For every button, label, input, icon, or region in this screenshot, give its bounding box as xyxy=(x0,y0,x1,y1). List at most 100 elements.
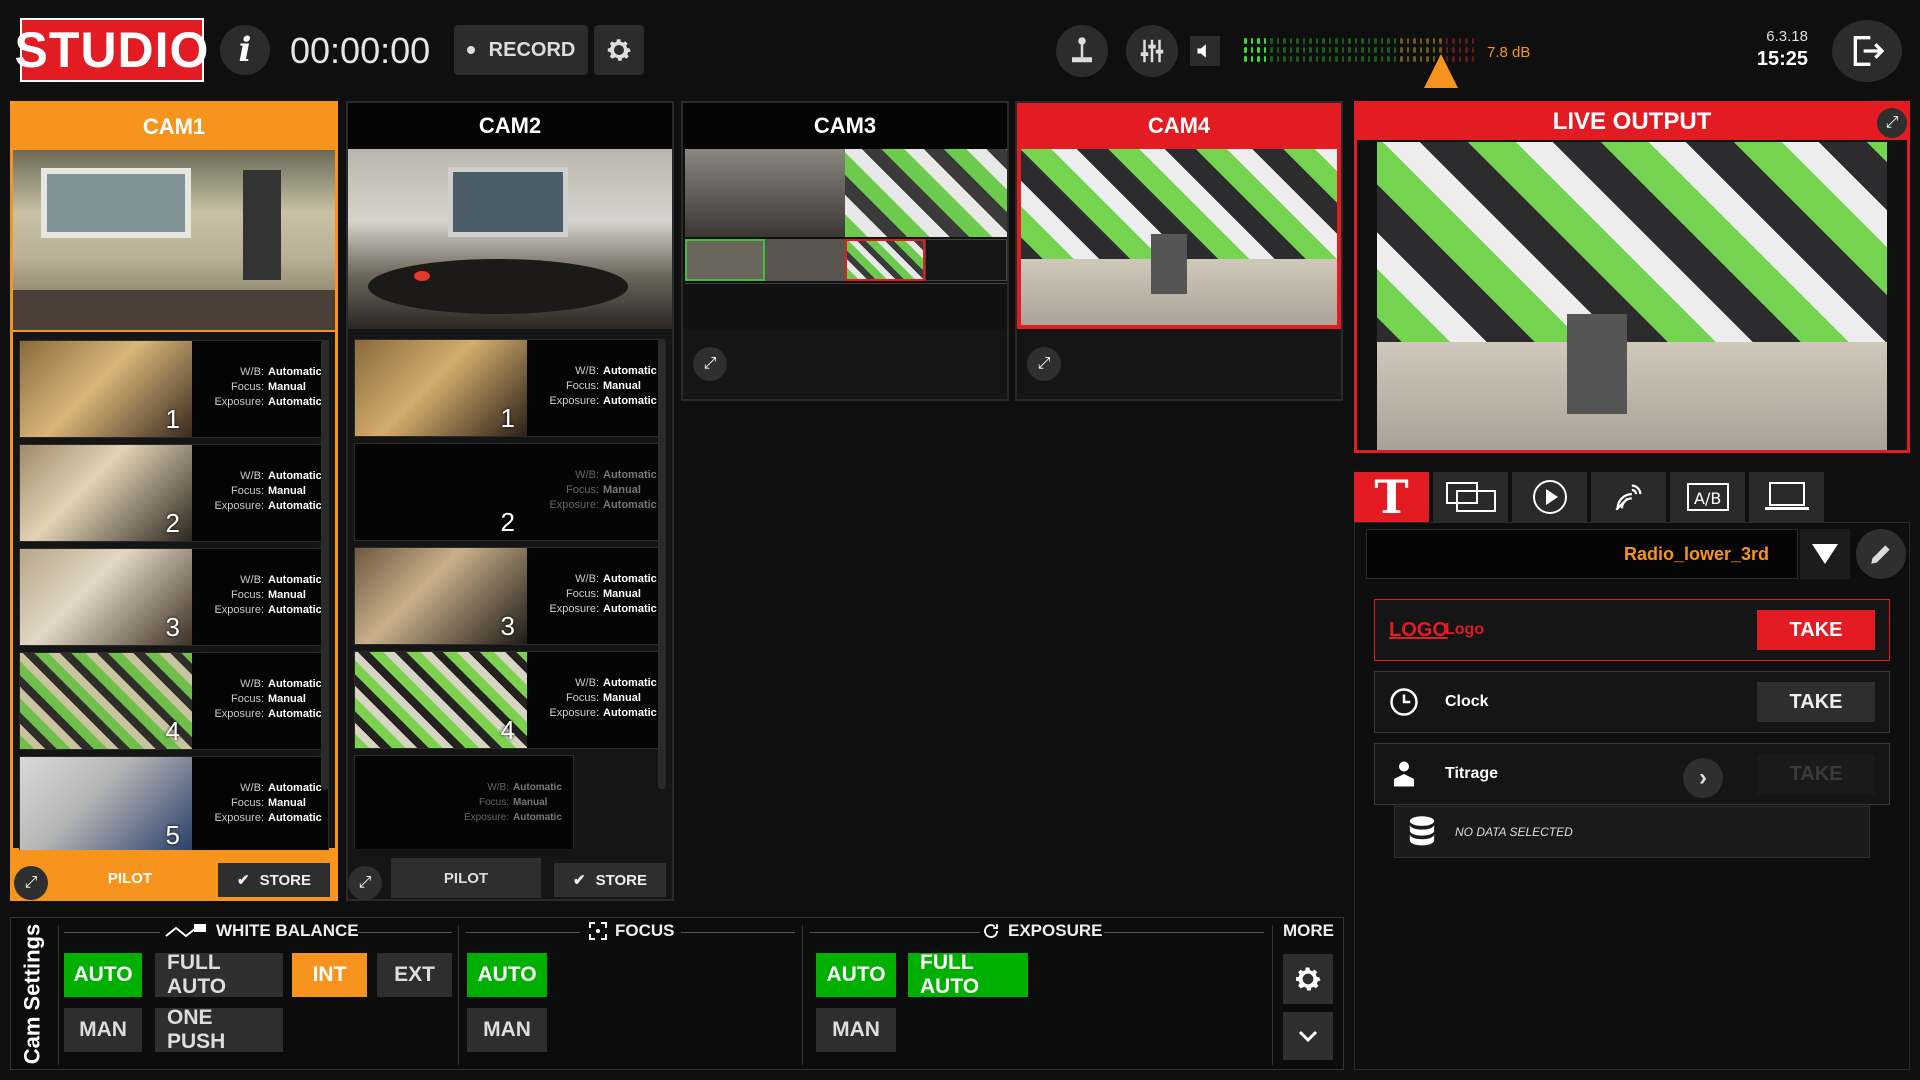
more-settings-button[interactable] xyxy=(1283,954,1333,1004)
tab-satellite[interactable] xyxy=(1591,472,1666,522)
cam3-expand-button[interactable]: ⤢ xyxy=(693,347,727,381)
cam2-scrollbar[interactable] xyxy=(658,339,666,789)
graphic-item-label: Clock xyxy=(1445,693,1489,710)
clock-take-button[interactable]: TAKE xyxy=(1757,682,1875,722)
focus-title: FOCUS xyxy=(589,921,675,941)
preset-number: 2 xyxy=(165,508,180,538)
focus-man-button[interactable]: MAN xyxy=(467,1008,547,1052)
mute-button[interactable] xyxy=(1190,36,1220,66)
cam1-panel[interactable]: CAM1 1 W/B: Automatic Focus: Manual Exposure:… xyxy=(10,101,338,901)
vu-column xyxy=(1335,38,1338,66)
preset-thumbnail: 2 xyxy=(20,445,192,541)
cam1-store-button[interactable]: ✔ STORE xyxy=(218,863,330,897)
preset-item[interactable]: 5W/B:AutomaticFocus:ManualExposure:Autom… xyxy=(19,756,329,850)
chevron-down-icon xyxy=(1298,1030,1318,1043)
wb-auto-button[interactable]: AUTO xyxy=(64,953,142,997)
preset-item[interactable]: 2 W/B: Automatic Focus: Manual Exposure: Autom… xyxy=(354,443,664,541)
mixer-button[interactable] xyxy=(1126,25,1178,77)
exposure-man-button[interactable]: MAN xyxy=(816,1008,896,1052)
preset-item[interactable]: 3 W/B: Automatic Focus: Manual Exposure: Autom… xyxy=(354,547,664,645)
cam4-panel[interactable]: CAM4 ⤢ xyxy=(1015,101,1343,401)
preset-number: 5 xyxy=(165,820,180,850)
preset-item[interactable]: 3 W/B: Automatic Focus: Manual Exposure: Autom… xyxy=(19,548,329,646)
joystick-button[interactable] xyxy=(1056,25,1108,77)
template-edit-button[interactable] xyxy=(1856,529,1906,579)
graphic-item-clock[interactable]: Clock TAKE xyxy=(1374,671,1890,733)
vu-column xyxy=(1302,38,1305,66)
preset-item[interactable]: 1 W/B: Automatic Focus: Manual Exposure: Autom… xyxy=(19,340,329,438)
logout-button[interactable] xyxy=(1832,20,1902,82)
cam2-pilot-button[interactable]: PILOT xyxy=(391,858,541,898)
exposure-full-auto-button[interactable]: FULL AUTO xyxy=(908,951,1028,998)
wb-man-button[interactable]: MAN xyxy=(64,1008,142,1052)
titrage-data-source[interactable]: NO DATA SELECTED xyxy=(1394,806,1870,858)
wb-ext-button[interactable]: EXT xyxy=(377,953,452,997)
vu-column xyxy=(1380,38,1383,66)
audio-gain-handle[interactable] xyxy=(1424,54,1458,88)
preset-thumbnail: 1 xyxy=(20,341,192,437)
cam3-panel[interactable]: CAM3 ⤢ xyxy=(681,101,1009,401)
vu-column xyxy=(1250,38,1253,66)
tab-ab[interactable]: A/B xyxy=(1670,472,1745,522)
cam4-preview[interactable] xyxy=(1017,149,1341,329)
tab-titles[interactable]: T xyxy=(1354,470,1429,524)
cam2-panel[interactable]: CAM2 1 W/B: Automatic Focus: Manual Exposure:… xyxy=(346,101,674,901)
template-select[interactable]: Radio_lower_3rd xyxy=(1366,529,1798,579)
vu-column xyxy=(1348,38,1351,66)
preset-info: W/B: Automatic Focus: Manual Exposure: Automa… xyxy=(214,574,322,616)
studio-app: { "app": {"logo_text": "STUDIO", "timer"… xyxy=(0,0,1920,1080)
preset-info: W/B: Automatic Focus: Manual Exposure: Automa… xyxy=(549,573,657,615)
tab-playback[interactable] xyxy=(1512,472,1587,522)
time: 15:25 xyxy=(1756,48,1808,70)
info-button[interactable]: i xyxy=(220,25,270,75)
template-dropdown-button[interactable] xyxy=(1800,529,1850,579)
preset-thumbnail: 5 xyxy=(355,756,464,849)
cam3-preview-multiview[interactable] xyxy=(683,149,1007,329)
exposure-auto-button[interactable]: AUTO xyxy=(816,953,896,997)
record-button[interactable]: RECORD xyxy=(454,25,588,75)
record-dot-icon xyxy=(466,46,475,54)
more-expand-button[interactable] xyxy=(1283,1012,1333,1060)
preset-item[interactable]: 2 W/B: Automatic Focus: Manual Exposure: Autom… xyxy=(19,444,329,542)
wb-one-push-button[interactable]: ONE PUSH xyxy=(155,1006,283,1053)
preset-thumbnail: 2 xyxy=(355,444,527,540)
preset-info: W/B: Automatic Focus: Manual Exposure: Automa… xyxy=(549,677,657,719)
cam1-expand-button[interactable]: ⤢ xyxy=(14,866,48,900)
tab-screen[interactable] xyxy=(1749,472,1824,522)
gear-icon xyxy=(1296,967,1321,991)
graphic-item-titrage[interactable]: Titrage › TAKE xyxy=(1374,743,1890,805)
cam1-preview[interactable] xyxy=(13,150,335,330)
vu-column xyxy=(1361,38,1364,66)
cam2-expand-button[interactable]: ⤢ xyxy=(348,866,382,900)
cam1-scrollbar[interactable] xyxy=(321,340,329,790)
titrage-take-button[interactable]: TAKE xyxy=(1757,754,1875,794)
wb-int-button[interactable]: INT xyxy=(292,953,367,997)
titrage-open-button[interactable]: › xyxy=(1683,758,1723,798)
preset-item[interactable]: 4 W/B: Automatic Focus: Manual Exposure: Autom… xyxy=(354,651,664,749)
logo-take-button[interactable]: TAKE xyxy=(1757,610,1875,650)
cam1-preset-list: 1 W/B: Automatic Focus: Manual Exposure: Autom… xyxy=(19,340,329,850)
check-icon: ✔ xyxy=(237,872,250,889)
vu-column xyxy=(1465,38,1468,66)
cam4-title: CAM4 xyxy=(1017,103,1341,149)
expand-icon: ⤢ xyxy=(24,874,38,891)
cam4-expand-button[interactable]: ⤢ xyxy=(1027,347,1061,381)
preset-item[interactable]: 1 W/B: Automatic Focus: Manual Exposure: Autom… xyxy=(354,339,664,437)
preset-info: W/B: Automatic Focus: Manual Exposure: Automa… xyxy=(549,469,657,511)
graphic-item-logo[interactable]: LOGO Logo TAKE xyxy=(1374,599,1890,661)
settings-button[interactable] xyxy=(594,25,644,75)
mixer-sliders-icon xyxy=(1140,39,1164,63)
tab-layout[interactable] xyxy=(1433,472,1508,522)
focus-auto-button[interactable]: AUTO xyxy=(467,953,547,997)
vu-column xyxy=(1387,38,1390,66)
preset-item[interactable]: 4 W/B: Automatic Focus: Manual Exposure: Autom… xyxy=(19,652,329,750)
database-icon xyxy=(1409,816,1435,846)
vu-column xyxy=(1270,38,1273,66)
preset-item[interactable]: 5W/B:AutomaticFocus:ManualExposure:Autom… xyxy=(354,755,574,849)
live-fullscreen-button[interactable]: ⤢ xyxy=(1877,108,1907,138)
vu-column xyxy=(1315,38,1318,66)
cam2-store-button[interactable]: ✔ STORE xyxy=(554,863,666,897)
wb-full-auto-button[interactable]: FULL AUTO xyxy=(155,951,283,998)
cam2-preview[interactable] xyxy=(348,149,672,329)
cam1-pilot-button[interactable]: PILOT xyxy=(55,858,205,898)
